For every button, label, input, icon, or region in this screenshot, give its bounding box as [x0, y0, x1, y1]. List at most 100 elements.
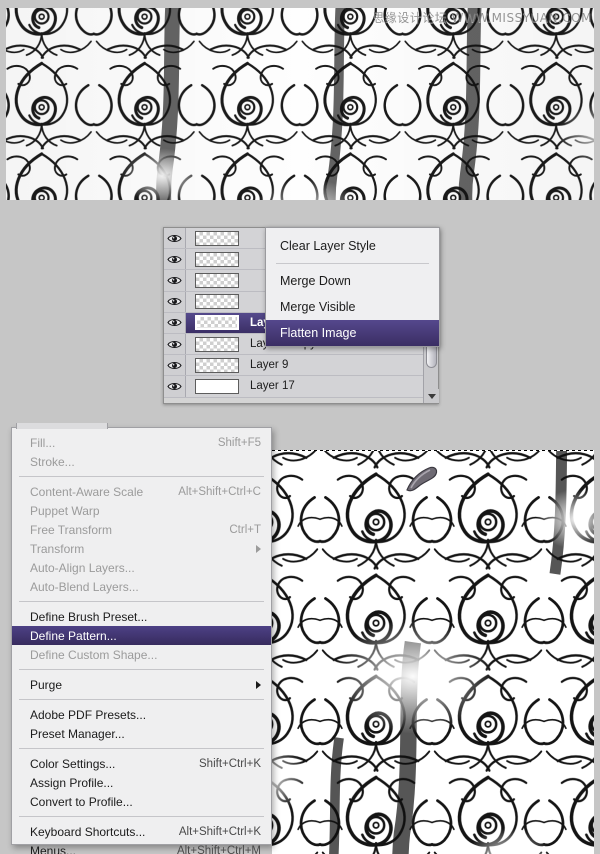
- context-menu-item[interactable]: Merge Down: [266, 268, 439, 294]
- menu-item-label: Convert to Profile...: [30, 794, 133, 809]
- menu-item[interactable]: Define Brush Preset...: [12, 607, 271, 626]
- menu-item-shortcut: Shift+Ctrl+K: [199, 757, 261, 770]
- edit-menu-items[interactable]: Fill... Shift+F5 Stroke... Content-Aware Sc…: [12, 433, 271, 854]
- menu-item-label: Auto-Blend Layers...: [30, 579, 139, 594]
- layer-thumbnail: [195, 294, 239, 310]
- pattern-document[interactable]: [272, 450, 594, 854]
- context-menu-item-label: Merge Visible: [280, 300, 356, 314]
- menu-item[interactable]: Define Pattern...: [12, 626, 271, 645]
- layer-visibility-toggle[interactable]: [164, 312, 186, 333]
- layer-context-menu[interactable]: Clear Layer Style Merge Down Merge Visible…: [265, 227, 440, 347]
- layer-visibility-toggle[interactable]: [164, 355, 186, 376]
- layer-thumbnail-cell[interactable]: [186, 230, 248, 246]
- scroll-down-arrow-button[interactable]: [424, 389, 439, 403]
- layer-thumbnail-cell[interactable]: [186, 336, 248, 352]
- context-menu-item-label: Clear Layer Style: [280, 239, 376, 253]
- eye-visibility-icon: [167, 298, 182, 306]
- menu-item-label: Keyboard Shortcuts...: [30, 824, 146, 839]
- menu-item[interactable]: Keyboard Shortcuts... Alt+Shift+Ctrl+K: [12, 822, 271, 841]
- edit-menu-title-tab: [16, 423, 108, 429]
- menu-item[interactable]: Stroke...: [12, 452, 271, 471]
- layer-visibility-toggle[interactable]: [164, 333, 186, 355]
- menu-separator: [19, 601, 264, 602]
- menu-item-label: Color Settings...: [30, 756, 116, 771]
- menu-item-label: Free Transform: [30, 522, 113, 537]
- menu-item-label: Assign Profile...: [30, 775, 114, 790]
- context-menu-separator: [276, 263, 429, 264]
- menu-item[interactable]: Menus... Alt+Shift+Ctrl+M: [12, 841, 271, 854]
- eye-visibility-icon: [167, 340, 182, 348]
- layer-thumbnail: [195, 315, 239, 331]
- screenshot-root: 思缘设计论坛 WWW.MISSYUAN.COM Layer 9 Layer 17…: [0, 0, 600, 854]
- menu-item[interactable]: Transform: [12, 539, 271, 558]
- menu-item[interactable]: Content-Aware Scale Alt+Shift+Ctrl+C: [12, 482, 271, 501]
- layer-thumbnail: [195, 251, 239, 267]
- menu-item[interactable]: Auto-Align Layers...: [12, 558, 271, 577]
- layer-visibility-toggle[interactable]: [164, 228, 186, 249]
- submenu-arrow-icon: [256, 544, 261, 553]
- menu-item-label: Fill...: [30, 435, 56, 450]
- layer-row[interactable]: Layer 9: [164, 355, 438, 377]
- edit-menu[interactable]: Fill... Shift+F5 Stroke... Content-Aware Sc…: [11, 423, 272, 854]
- menu-item[interactable]: Fill... Shift+F5: [12, 433, 271, 452]
- layer-thumbnail: [195, 272, 239, 288]
- menu-item-label: Define Custom Shape...: [30, 647, 158, 662]
- context-menu-item-label: Flatten Image: [280, 326, 357, 340]
- layer-thumbnail-cell[interactable]: [186, 357, 248, 373]
- pattern-preview-strip[interactable]: [6, 8, 594, 200]
- layer-visibility-toggle[interactable]: [164, 291, 186, 312]
- menu-item[interactable]: Auto-Blend Layers...: [12, 577, 271, 596]
- eye-visibility-icon: [167, 382, 182, 390]
- layer-visibility-toggle[interactable]: [164, 376, 186, 397]
- menu-item-label: Auto-Align Layers...: [30, 560, 135, 575]
- menu-item[interactable]: Convert to Profile...: [12, 792, 271, 811]
- layer-thumbnail-cell[interactable]: [186, 251, 248, 267]
- menu-item[interactable]: Adobe PDF Presets...: [12, 705, 271, 724]
- layer-thumbnail: [195, 230, 239, 246]
- menu-item-shortcut: Alt+Shift+Ctrl+K: [178, 825, 261, 838]
- menu-item-label: Menus...: [30, 843, 77, 854]
- menu-item[interactable]: Free Transform Ctrl+T: [12, 520, 271, 539]
- triangle-down-icon: [427, 393, 436, 399]
- context-menu-item[interactable]: Clear Layer Style: [266, 233, 439, 259]
- eye-visibility-icon: [167, 319, 182, 327]
- menu-item-label: Purge: [30, 677, 63, 692]
- layer-thumbnail-cell[interactable]: [186, 272, 248, 288]
- menu-item-label: Preset Manager...: [30, 726, 125, 741]
- menu-item[interactable]: Preset Manager...: [12, 724, 271, 743]
- menu-item-shortcut: Ctrl+T: [229, 523, 261, 536]
- menu-item[interactable]: Color Settings... Shift+Ctrl+K: [12, 754, 271, 773]
- menu-separator: [19, 816, 264, 817]
- menu-item-label: Define Pattern...: [30, 628, 117, 643]
- menu-separator: [19, 699, 264, 700]
- menu-item[interactable]: Purge: [12, 675, 271, 694]
- menu-separator: [19, 669, 264, 670]
- damask-artwork-top: [6, 8, 594, 200]
- menu-item[interactable]: Assign Profile...: [12, 773, 271, 792]
- layer-thumbnail-cell[interactable]: [186, 315, 248, 331]
- layer-visibility-toggle[interactable]: [164, 249, 186, 270]
- layer-name-label: Layer 17: [250, 380, 295, 393]
- layer-thumbnail-cell[interactable]: [186, 378, 248, 394]
- layer-row[interactable]: Layer 17: [164, 376, 438, 398]
- layer-thumbnail: [195, 336, 239, 352]
- selection-marquee: [272, 450, 594, 451]
- layer-name-label: Layer 9: [250, 359, 289, 372]
- menu-separator: [19, 748, 264, 749]
- menu-item-shortcut: Alt+Shift+Ctrl+C: [178, 485, 261, 498]
- menu-separator: [19, 476, 264, 477]
- menu-item[interactable]: Define Custom Shape...: [12, 645, 271, 664]
- submenu-arrow-icon: [256, 680, 261, 689]
- menu-item[interactable]: Puppet Warp: [12, 501, 271, 520]
- layer-thumbnail-cell[interactable]: [186, 294, 248, 310]
- layer-thumbnail: [195, 357, 239, 373]
- eye-visibility-icon: [167, 361, 182, 369]
- layer-visibility-toggle[interactable]: [164, 270, 186, 291]
- context-menu-item-label: Merge Down: [280, 274, 351, 288]
- menu-item-label: Puppet Warp: [30, 503, 100, 518]
- eye-visibility-icon: [167, 276, 182, 285]
- context-menu-item[interactable]: Merge Visible: [266, 294, 439, 320]
- context-menu-item[interactable]: Flatten Image: [266, 320, 439, 346]
- menu-item-shortcut: Alt+Shift+Ctrl+M: [176, 844, 261, 854]
- menu-item-label: Content-Aware Scale: [30, 484, 144, 499]
